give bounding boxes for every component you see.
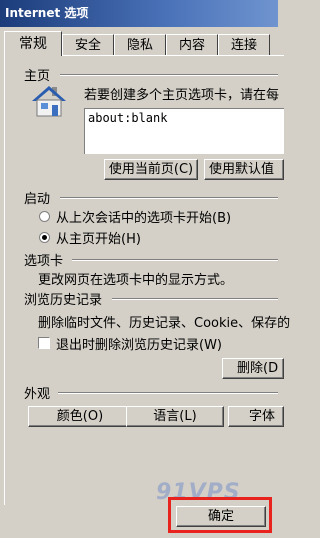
window-title: Internet 选项 (0, 0, 278, 27)
home-description: 若要创建多个主页选项卡，请在每 (84, 88, 280, 103)
tabs-divider (72, 259, 278, 261)
startup-group-title: 启动 (24, 192, 51, 207)
appearance-group-title: 外观 (24, 387, 51, 402)
startup-home-radio[interactable] (39, 232, 50, 243)
home-icon (30, 84, 68, 118)
startup-last-session-radio[interactable] (39, 211, 50, 222)
tab-content[interactable]: 内容 (166, 34, 218, 55)
tab-general[interactable]: 常规 (4, 31, 62, 56)
home-url-value: about:blank (88, 111, 168, 125)
startup-last-session-label[interactable]: 从上次会话中的选项卡开始(B) (56, 207, 231, 226)
ok-button-highlight (168, 497, 272, 533)
appearance-divider (58, 392, 278, 394)
startup-home-label[interactable]: 从主页开始(H) (56, 228, 141, 247)
tab-connections[interactable]: 连接 (218, 34, 270, 55)
startup-divider (60, 197, 278, 199)
tab-security[interactable]: 安全 (62, 34, 114, 55)
delete-history-button[interactable]: 删除(D (222, 358, 284, 379)
tabs-description: 更改网页在选项卡中的显示方式。 (38, 273, 234, 288)
use-current-button[interactable]: 使用当前页(C) (104, 159, 198, 180)
home-divider (60, 74, 278, 76)
history-divider (112, 298, 278, 300)
tab-privacy[interactable]: 隐私 (114, 34, 166, 55)
history-group-title: 浏览历史记录 (24, 293, 103, 308)
fonts-button[interactable]: 字体 (228, 406, 284, 427)
use-default-button[interactable]: 使用默认值 (204, 159, 284, 180)
home-url-textarea[interactable]: about:blank (84, 108, 284, 154)
languages-button[interactable]: 语言(L) (126, 406, 224, 427)
colors-button[interactable]: 颜色(O) (28, 406, 132, 427)
history-description: 删除临时文件、历史记录、Cookie、保存的 (38, 316, 291, 331)
tabs-group-title: 选项卡 (24, 254, 64, 269)
tab-strip: 常规 安全 隐私 内容 连接 (4, 31, 278, 56)
delete-on-exit-checkbox[interactable] (38, 337, 50, 349)
home-group-title: 主页 (24, 69, 51, 84)
delete-on-exit-label[interactable]: 退出时删除浏览历史记录(W) (56, 334, 222, 353)
radio-selected-dot (42, 235, 47, 240)
